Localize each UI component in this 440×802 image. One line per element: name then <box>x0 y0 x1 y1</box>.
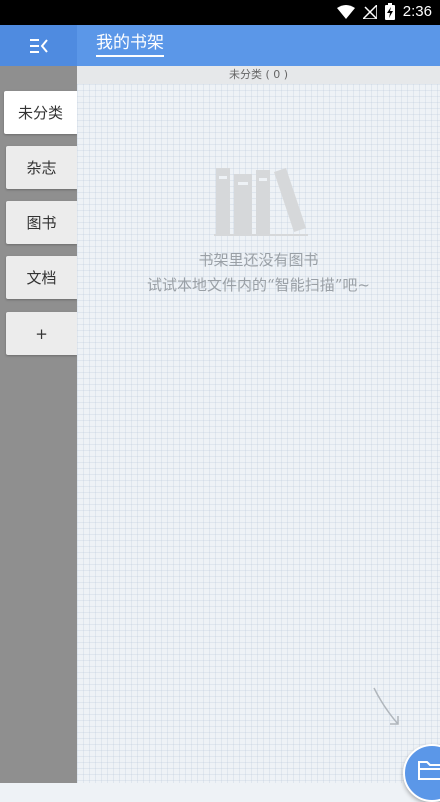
status-icons: 2:36 <box>336 3 432 20</box>
app-bar: 我的书架 <box>0 25 440 66</box>
arrow-hint-icon <box>373 687 399 725</box>
wifi-icon <box>336 4 355 19</box>
sidebar-item-uncategorized[interactable]: 未分类 <box>4 91 77 134</box>
status-time: 2:36 <box>402 3 432 20</box>
no-signal-icon <box>362 4 377 19</box>
folder-icon <box>418 761 440 780</box>
bookshelf-area: 未分类 ( 0 ) 书架里还没有图书 试试本地文件内的“智能扫描”吧~ <box>77 66 440 783</box>
sidebar-item-magazines[interactable]: 杂志 <box>6 146 77 189</box>
drawer-toggle-button[interactable] <box>0 25 77 66</box>
category-header: 未分类 ( 0 ) <box>77 66 440 84</box>
bookshelf-icon <box>214 168 308 236</box>
empty-state-hint: 试试本地文件内的“智能扫描”吧~ <box>147 276 370 294</box>
sidebar-item-documents[interactable]: 文档 <box>6 256 77 299</box>
category-sidebar: 未分类 杂志 图书 文档 + <box>0 66 77 783</box>
sidebar-item-books[interactable]: 图书 <box>6 201 77 244</box>
menu-collapse-icon <box>29 38 48 53</box>
add-category-button[interactable]: + <box>6 312 77 355</box>
empty-state-title: 书架里还没有图书 <box>198 251 319 269</box>
page-title[interactable]: 我的书架 <box>96 33 164 57</box>
battery-charging-icon <box>384 3 395 20</box>
status-bar: 2:36 <box>0 0 440 25</box>
